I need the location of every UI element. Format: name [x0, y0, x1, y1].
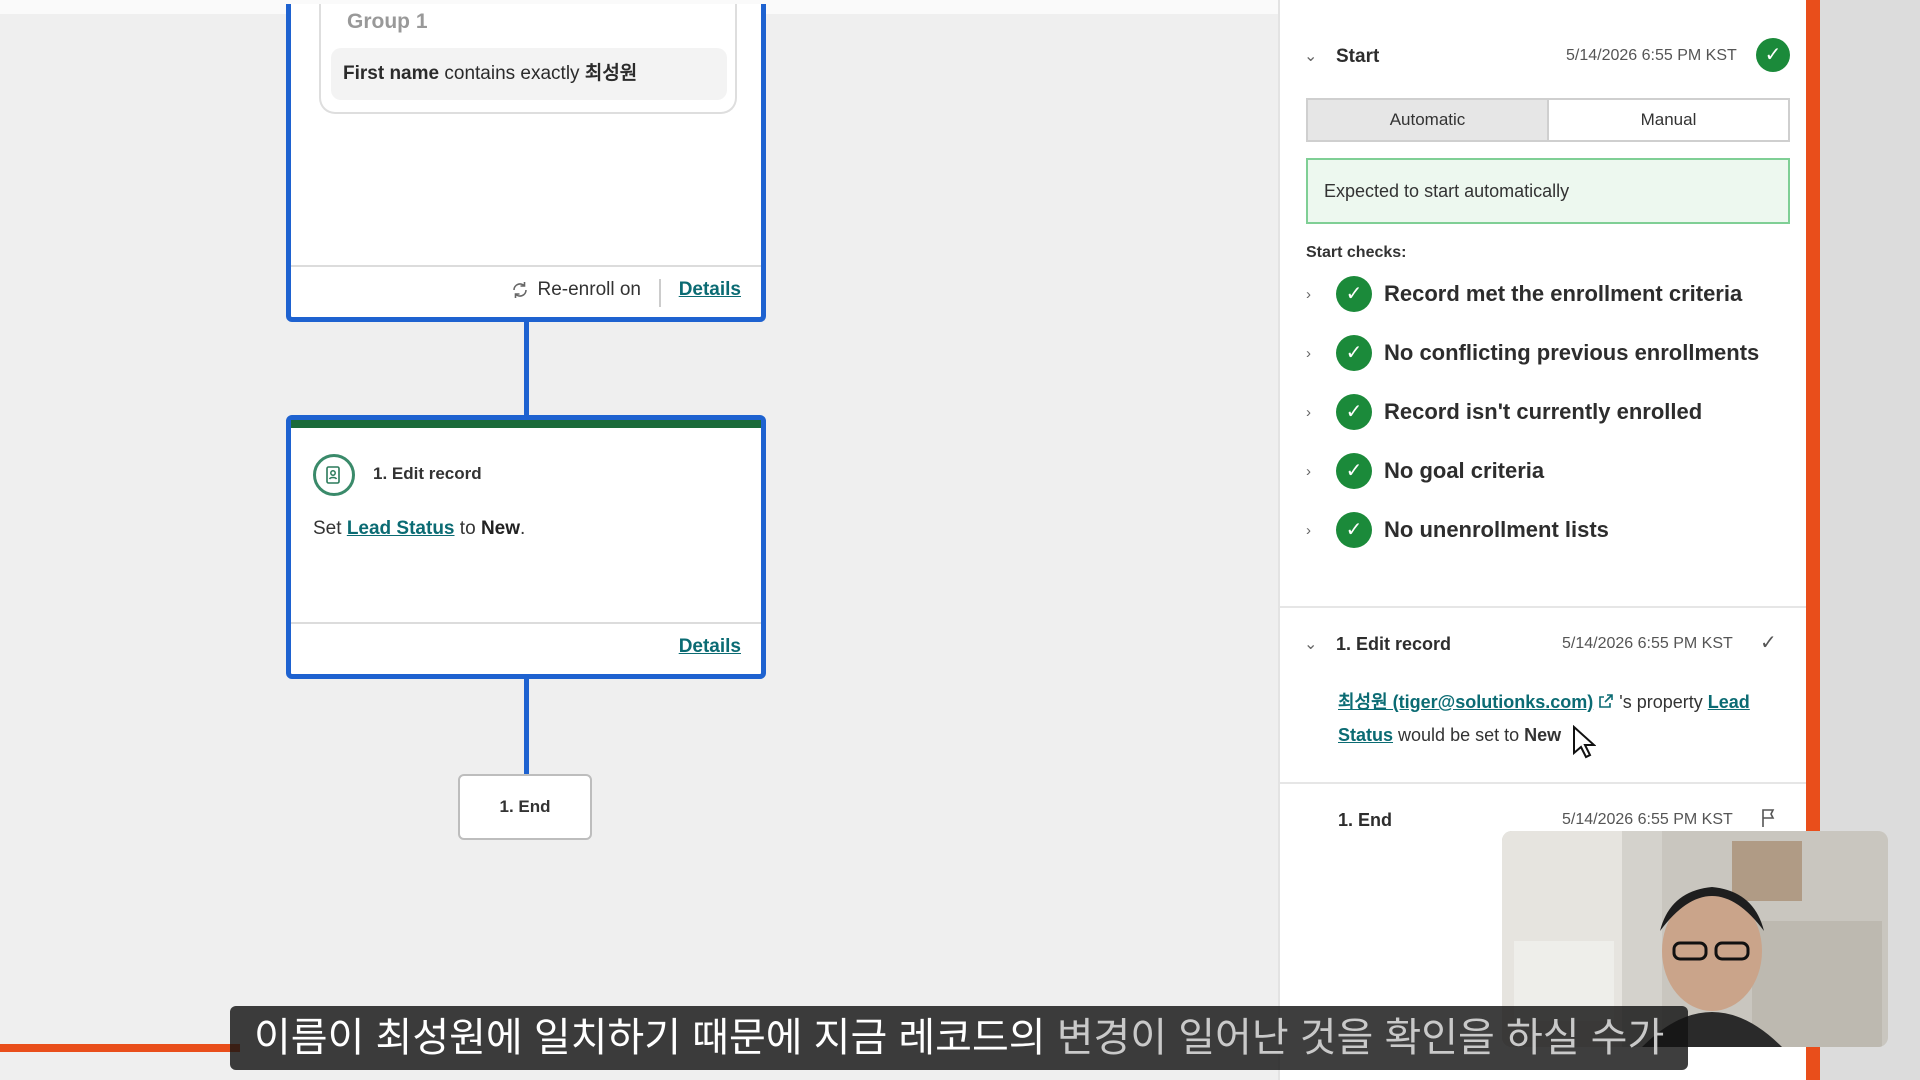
- condition-value: 최성원: [584, 63, 638, 84]
- desc-prefix: Set: [313, 518, 342, 539]
- connector-line: [524, 679, 529, 774]
- edit-record-result: 최성원 (tiger@solutionks.com) 's property L…: [1338, 686, 1778, 759]
- edit-record-title: 1. Edit record: [373, 464, 482, 483]
- check-icon: ✓: [1760, 632, 1777, 654]
- footer-divider: [659, 279, 661, 307]
- start-check-item[interactable]: › ✓ Record met the enrollment criteria: [1306, 274, 1742, 314]
- end-timestamp: 5/14/2026 6:55 PM KST: [1562, 811, 1733, 828]
- end-section-title: 1. End: [1338, 810, 1393, 830]
- start-section-title[interactable]: Start: [1336, 46, 1379, 68]
- start-check-item[interactable]: › ✓ No unenrollment lists: [1306, 510, 1609, 550]
- start-checks-label: Start checks:: [1306, 244, 1407, 261]
- frame-edge: [0, 1044, 240, 1052]
- criteria-condition: First name contains exactly 최성원: [331, 48, 727, 100]
- result-text: would be set to: [1398, 725, 1520, 745]
- condition-operator: contains exactly: [444, 63, 580, 84]
- check-circle-icon: ✓: [1336, 276, 1372, 312]
- desc-mid: to: [459, 518, 476, 539]
- edit-record-timestamp: 5/14/2026 6:55 PM KST: [1562, 635, 1733, 652]
- end-node[interactable]: 1. End: [458, 774, 592, 840]
- success-check-icon: ✓: [1756, 38, 1790, 72]
- flag-icon: [1762, 809, 1775, 827]
- desc-period: .: [520, 518, 526, 539]
- property-value: New: [1524, 725, 1562, 745]
- mouse-cursor-icon: [1573, 724, 1597, 759]
- caption-text: 이름이 최성원에 일치하기 때문에 지금 레코드의: [254, 1016, 1046, 1060]
- check-circle-icon: ✓: [1336, 335, 1372, 371]
- chevron-right-icon[interactable]: ›: [1306, 345, 1336, 362]
- start-check-item[interactable]: › ✓ No goal criteria: [1306, 451, 1544, 491]
- start-check-item[interactable]: › ✓ No conflicting previous enrollments: [1306, 333, 1759, 373]
- check-label: Record met the enrollment criteria: [1384, 281, 1743, 306]
- chevron-right-icon[interactable]: ›: [1306, 404, 1336, 421]
- chevron-right-icon[interactable]: ›: [1306, 522, 1336, 539]
- property-value: New: [480, 518, 521, 539]
- section-divider: [1280, 606, 1808, 608]
- result-text: 's property: [1619, 692, 1703, 712]
- chevron-down-icon[interactable]: ⌄: [1304, 634, 1317, 654]
- card-footer: Details: [291, 622, 761, 674]
- edit-record-icon: [313, 454, 355, 496]
- action-color-bar: [291, 420, 761, 428]
- check-label: No unenrollment lists: [1384, 517, 1609, 542]
- check-label: No goal criteria: [1384, 458, 1545, 483]
- start-timestamp: 5/14/2026 6:55 PM KST: [1566, 47, 1737, 64]
- check-circle-icon: ✓: [1336, 394, 1372, 430]
- enrollment-trigger-card[interactable]: Group 1 First name contains exactly 최성원 …: [286, 4, 766, 322]
- condition-field: First name: [343, 63, 440, 84]
- edit-record-description: Set Lead Status to New.: [313, 518, 525, 540]
- external-link-icon[interactable]: [1598, 693, 1614, 709]
- chevron-right-icon[interactable]: ›: [1306, 463, 1336, 480]
- check-label: No conflicting previous enrollments: [1384, 340, 1760, 365]
- video-caption: 이름이 최성원에 일치하기 때문에 지금 레코드의 변경이 일어난 것을 확인을…: [230, 1006, 1688, 1070]
- reenroll-label: Re-enroll on: [537, 279, 642, 300]
- edit-record-card[interactable]: 1. Edit record Set Lead Status to New. D…: [286, 415, 766, 679]
- connector-line: [524, 322, 529, 415]
- workflow-canvas[interactable]: Group 1 First name contains exactly 최성원 …: [0, 4, 1278, 1080]
- edit-record-section-title[interactable]: 1. Edit record: [1336, 634, 1451, 655]
- property-link[interactable]: Lead Status: [347, 518, 455, 539]
- contact-link[interactable]: 최성원 (tiger@solutionks.com): [1338, 692, 1593, 712]
- group-title: Group 1: [347, 10, 428, 33]
- chevron-right-icon[interactable]: ›: [1306, 286, 1336, 303]
- caption-text-upcoming: 변경이 일어난 것을 확인을 하실 수가: [1056, 1016, 1665, 1060]
- chevron-down-icon[interactable]: ⌄: [1304, 46, 1317, 66]
- tab-manual[interactable]: Manual: [1549, 100, 1788, 140]
- edit-details-link[interactable]: Details: [679, 636, 741, 658]
- start-mode-tabs: Automatic Manual: [1306, 98, 1790, 142]
- tab-automatic[interactable]: Automatic: [1308, 100, 1549, 140]
- criteria-group: Group 1 First name contains exactly 최성원: [319, 4, 737, 114]
- section-divider: [1280, 782, 1808, 784]
- start-check-item[interactable]: › ✓ Record isn't currently enrolled: [1306, 392, 1702, 432]
- start-notice: Expected to start automatically: [1306, 158, 1790, 224]
- refresh-icon: [512, 282, 527, 298]
- check-circle-icon: ✓: [1336, 512, 1372, 548]
- enroll-details-link[interactable]: Details: [679, 279, 741, 301]
- check-circle-icon: ✓: [1336, 453, 1372, 489]
- card-footer: Re-enroll on Details: [291, 265, 761, 317]
- reenroll-status: Re-enroll on: [510, 279, 642, 301]
- check-label: Record isn't currently enrolled: [1384, 399, 1703, 424]
